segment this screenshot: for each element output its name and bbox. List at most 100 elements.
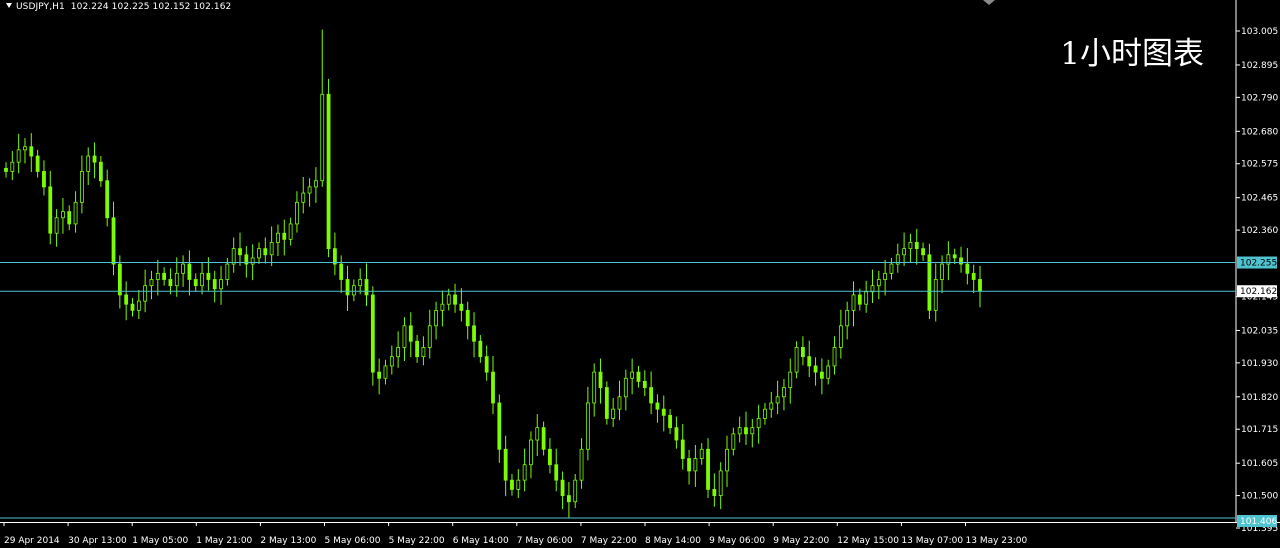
candle-body: [661, 408, 666, 416]
candle-body: [124, 294, 129, 305]
candle-body: [465, 309, 470, 327]
candle-body: [257, 248, 261, 259]
candle-body: [168, 279, 173, 287]
x-tick-label: 7 May 06:00: [517, 536, 573, 546]
candlestick-chart[interactable]: 103.005 102.895 102.790 102.680 102.575 102.4…: [0, 0, 1280, 548]
candle-body: [10, 161, 15, 172]
candle-body: [952, 254, 957, 259]
candle-body: [440, 303, 445, 311]
price-chart-canvas[interactable]: 103.005 102.895 102.790 102.680 102.575 102.4…: [0, 0, 1280, 548]
candle-body: [187, 263, 192, 280]
candle-body: [801, 347, 805, 358]
x-tick-label: 5 May 22:00: [389, 536, 445, 546]
candle-body: [592, 371, 597, 404]
candle-body: [276, 232, 280, 243]
candle-body: [744, 427, 748, 435]
candle-body: [693, 458, 698, 472]
candle-body: [383, 365, 388, 379]
candle-body: [238, 248, 242, 256]
y-tick-label: 102.360: [1241, 226, 1278, 236]
candle-body: [914, 242, 919, 250]
candle-body: [712, 489, 717, 496]
candle-body: [181, 263, 185, 274]
candle-body: [763, 408, 767, 419]
candle-body: [351, 285, 356, 296]
y-tick-label: 102.895: [1241, 61, 1278, 71]
candle-body: [573, 479, 578, 503]
bid-price-label: 102.162: [1240, 287, 1277, 297]
x-tick-label: 13 May 07:00: [901, 536, 963, 546]
candle-body: [250, 257, 255, 265]
candle-body: [484, 356, 489, 373]
candle-body: [908, 242, 913, 250]
candle-body: [655, 402, 660, 410]
candle-body: [326, 93, 331, 250]
candle-body: [415, 340, 420, 358]
candle-body: [725, 448, 729, 472]
candle-body: [782, 387, 786, 398]
candle-body: [978, 279, 982, 292]
lower-level-label: 101.406: [1240, 517, 1277, 527]
ohlc-readout: 102.224 102.225 102.152 102.162: [70, 2, 232, 12]
candle-body: [98, 161, 103, 182]
candle-body: [516, 479, 521, 490]
dropdown-icon[interactable]: [6, 3, 12, 8]
candle-body: [307, 186, 312, 194]
candle-body: [491, 371, 495, 404]
candle-body: [623, 377, 628, 398]
candle-body: [706, 448, 710, 490]
candle-body: [67, 211, 72, 225]
candle-body: [579, 448, 584, 481]
candle-body: [478, 340, 483, 358]
candle-body: [4, 167, 8, 172]
candle-body: [269, 242, 274, 256]
level-price-label: 102.255: [1240, 259, 1277, 269]
x-tick-label: 8 May 14:00: [645, 536, 701, 546]
candle-body: [674, 427, 679, 441]
candle-body: [288, 223, 293, 240]
candle-body: [819, 371, 824, 379]
candle-body: [35, 155, 40, 172]
candle-body: [529, 439, 533, 466]
candle-body: [446, 294, 451, 305]
candle-body: [193, 279, 198, 287]
candle-body: [902, 248, 907, 256]
candle-body: [23, 146, 27, 151]
candle-body: [718, 470, 723, 496]
candle-body: [377, 371, 382, 379]
candle-body: [699, 448, 704, 459]
candle-body: [959, 257, 963, 265]
candle-body: [940, 263, 944, 280]
candle-body: [630, 371, 635, 379]
y-tick-label: 102.035: [1241, 326, 1278, 336]
candle-body: [370, 294, 375, 373]
candle-body: [566, 495, 571, 503]
candle-body: [585, 402, 590, 450]
candle-body: [427, 325, 432, 348]
candle-body: [687, 458, 691, 472]
x-tick-label: 9 May 06:00: [709, 536, 765, 546]
chart-watermark: 1小时图表: [1060, 36, 1204, 72]
candle-body: [358, 279, 363, 287]
candle-body: [927, 254, 932, 311]
candle-body: [668, 414, 672, 429]
candle-body: [636, 371, 641, 382]
candle-body: [737, 427, 742, 435]
candle-body: [933, 279, 938, 311]
candle-body: [48, 186, 53, 234]
chart-shift-marker-icon[interactable]: [983, 0, 995, 5]
candle-body: [212, 279, 217, 290]
candle-body: [408, 325, 413, 342]
candle-body: [611, 408, 616, 419]
x-tick-label: 5 May 06:00: [325, 536, 381, 546]
candle-body: [231, 248, 236, 265]
candle-body: [826, 365, 831, 379]
candle-body: [16, 149, 21, 163]
candle-body: [598, 371, 603, 388]
candle-body: [965, 263, 970, 274]
candle-body: [642, 380, 647, 388]
x-tick-label: 1 May 05:00: [132, 536, 188, 546]
x-tick-label: 13 May 23:00: [966, 536, 1028, 546]
candle-body: [851, 294, 856, 311]
candle-body: [111, 217, 116, 265]
